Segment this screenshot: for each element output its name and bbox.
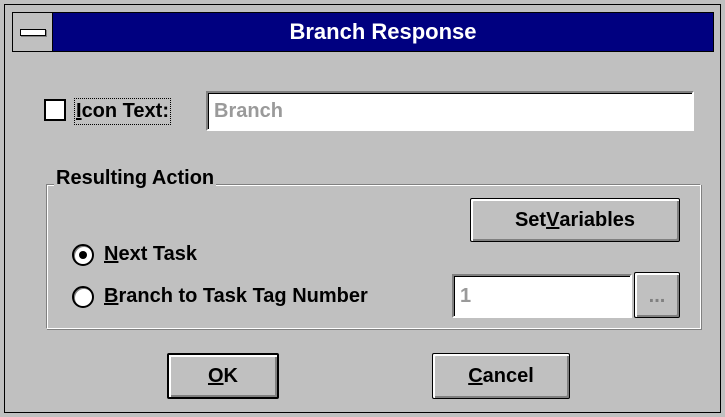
icon-text-label[interactable]: Icon Text: (74, 98, 171, 125)
cancel-label-rest: ancel (482, 365, 534, 387)
ok-label-rest: K (223, 365, 238, 387)
icon-text-checkbox[interactable] (44, 99, 66, 121)
branch-to-tag-accelerator: B (104, 285, 119, 307)
tag-number-input[interactable]: 1 (452, 274, 632, 318)
browse-tag-label: ... (648, 285, 666, 307)
set-variables-button[interactable]: Set Variables (470, 198, 680, 242)
set-variables-accelerator: V (546, 209, 560, 231)
cancel-accelerator: C (468, 365, 483, 387)
branch-to-tag-radio[interactable] (72, 286, 94, 308)
next-task-accelerator: N (104, 243, 119, 265)
next-task-label-rest: ext Task (118, 243, 198, 265)
resulting-action-group-label: Resulting Action (54, 167, 217, 190)
icon-text-value: Branch (214, 100, 283, 122)
system-menu-button[interactable] (13, 13, 53, 51)
radio-selected-dot (79, 251, 87, 259)
set-variables-prefix: Set (514, 209, 547, 231)
icon-text-input[interactable]: Branch (206, 91, 694, 131)
next-task-label[interactable]: Next Task (104, 243, 197, 266)
tag-number-value: 1 (460, 285, 472, 307)
set-variables-rest: ariables (559, 209, 636, 231)
next-task-radio[interactable] (72, 244, 94, 266)
title-bar[interactable]: Branch Response (12, 12, 714, 52)
browse-tag-button[interactable]: ... (634, 272, 680, 318)
system-menu-icon (20, 29, 46, 36)
icon-text-label-rest: con Text: (81, 100, 169, 122)
cancel-button[interactable]: Cancel (432, 353, 570, 399)
branch-to-tag-label[interactable]: Branch to Task Tag Number (104, 285, 368, 308)
ok-button[interactable]: OK (167, 353, 279, 399)
branch-to-tag-label-rest: ranch to Task Tag Number (118, 285, 368, 307)
ok-accelerator: O (207, 365, 224, 387)
window-title: Branch Response (289, 19, 477, 44)
branch-response-dialog: Branch Response Icon Text: Branch Result… (0, 0, 725, 417)
